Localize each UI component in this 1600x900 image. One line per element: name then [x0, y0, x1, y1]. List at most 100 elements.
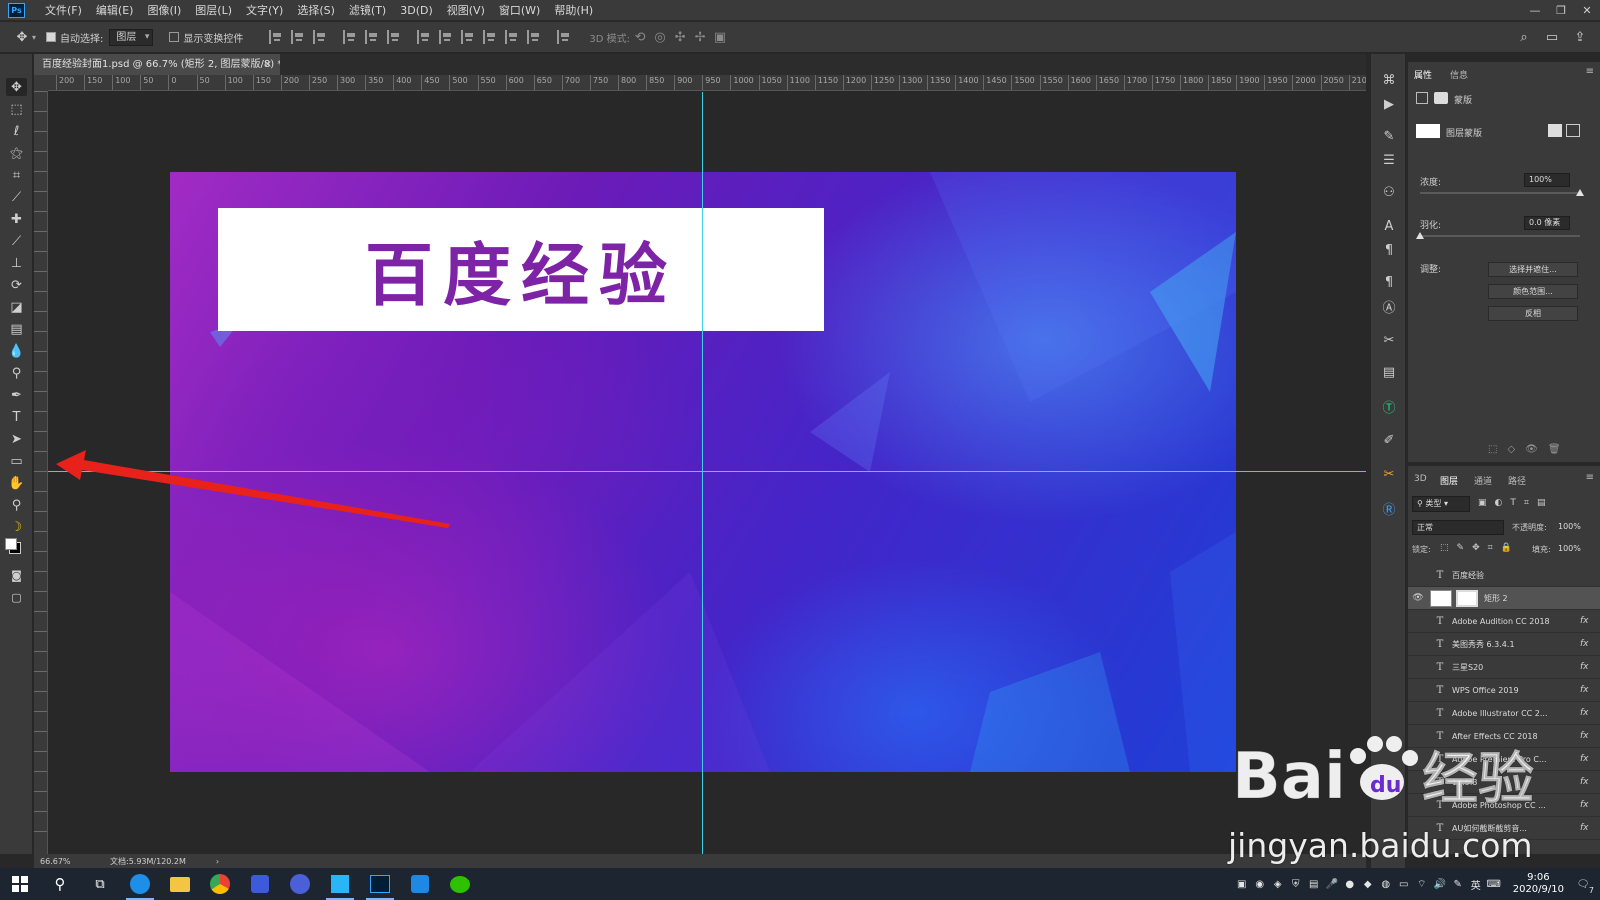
dodge-tool-icon[interactable]: ⚲: [6, 364, 27, 382]
layer-effects-icon[interactable]: fx: [1580, 662, 1600, 672]
paragraph-panel-icon[interactable]: ¶: [1379, 240, 1399, 260]
menu-filter[interactable]: 滤镜(T): [342, 0, 393, 21]
feather-field[interactable]: 0.0 像素: [1524, 216, 1570, 230]
tray-mic-icon[interactable]: 🎤: [1323, 875, 1341, 893]
vertical-guide[interactable]: [702, 92, 703, 854]
tray-f-icon[interactable]: ▣: [1233, 875, 1251, 893]
share-icon[interactable]: ⇪: [1570, 27, 1590, 47]
distribute-hcenter-icon[interactable]: [505, 30, 519, 44]
tray-display-icon[interactable]: ▭: [1395, 875, 1413, 893]
feather-slider[interactable]: [1420, 235, 1580, 237]
taskbar-f-icon[interactable]: [400, 868, 440, 900]
density-field[interactable]: 100%: [1524, 173, 1570, 187]
move-tool-icon[interactable]: ✥: [6, 78, 27, 96]
search-icon[interactable]: ⌕: [1514, 27, 1534, 47]
clone-source-icon[interactable]: ▤: [1379, 362, 1399, 382]
filter-shape-icon[interactable]: ⌗: [1524, 498, 1529, 508]
hand-tool-icon[interactable]: ✋: [6, 474, 27, 492]
search-icon[interactable]: ⚲: [40, 868, 80, 900]
auto-select-dropdown[interactable]: 图层: [109, 28, 154, 46]
menu-image[interactable]: 图像(I): [140, 0, 188, 21]
taskbar-browser-icon[interactable]: [120, 868, 160, 900]
tray-keyboard-icon[interactable]: ⌨: [1485, 875, 1503, 893]
blur-tool-icon[interactable]: 💧: [6, 342, 27, 360]
load-selection-icon[interactable]: ⬚: [1488, 444, 1497, 455]
3d-orbit-icon[interactable]: ⟲: [630, 27, 650, 47]
align-left-icon[interactable]: [343, 30, 357, 44]
task-view-icon[interactable]: ⧉: [80, 868, 120, 900]
menu-file[interactable]: 文件(F): [38, 0, 89, 21]
align-hcenter-icon[interactable]: [365, 30, 379, 44]
3d-roll-icon[interactable]: ◎: [650, 27, 670, 47]
align-top-icon[interactable]: [269, 30, 283, 44]
filter-smart-icon[interactable]: ▤: [1537, 498, 1546, 508]
eraser-tool-icon[interactable]: ◪: [6, 298, 27, 316]
distribute-vcenter-icon[interactable]: [439, 30, 453, 44]
system-clock[interactable]: 9:06 2020/9/10: [1513, 872, 1564, 896]
delete-mask-icon[interactable]: 🗑: [1548, 444, 1561, 455]
tab-3d[interactable]: 3D: [1414, 474, 1427, 484]
menu-3d[interactable]: 3D(D): [393, 0, 440, 21]
menu-window[interactable]: 窗口(W): [492, 0, 547, 21]
layer-row[interactable]: T Adobe Audition CC 2018 fx: [1408, 610, 1600, 633]
document-tab[interactable]: 百度经验封面1.psd @ 66.7% (矩形 2, 图层蒙版/8) * ×: [34, 54, 280, 75]
auto-align-icon[interactable]: [557, 30, 571, 44]
notification-center-icon[interactable]: 🗨 7: [1574, 875, 1594, 896]
pen-tool-icon[interactable]: ✒: [6, 386, 27, 404]
align-vcenter-icon[interactable]: [291, 30, 305, 44]
plugin-tk-icon[interactable]: Ⓣ: [1379, 396, 1399, 416]
layer-thumbnail[interactable]: [1430, 589, 1452, 607]
layer-effects-icon[interactable]: fx: [1580, 639, 1600, 649]
apply-icon[interactable]: ◇: [1507, 444, 1515, 455]
density-slider[interactable]: [1420, 192, 1580, 194]
apply-mask-icon[interactable]: [1566, 124, 1580, 137]
minimize-icon[interactable]: —: [1522, 0, 1548, 21]
align-bottom-icon[interactable]: [313, 30, 327, 44]
zoom-tool-icon[interactable]: ⚲: [6, 496, 27, 514]
ime-indicator[interactable]: 英: [1467, 875, 1485, 893]
plugin-pen-icon[interactable]: ✐: [1379, 430, 1399, 450]
tray-security-icon[interactable]: ◆: [1359, 875, 1377, 893]
magic-wand-tool-icon[interactable]: ⚝: [6, 144, 27, 162]
tab-layers[interactable]: 图层: [1440, 474, 1458, 487]
title-rectangle[interactable]: 百度经验: [218, 208, 824, 331]
close-icon[interactable]: ✕: [1574, 0, 1600, 21]
taskbar-window-icon[interactable]: [320, 868, 360, 900]
lasso-tool-icon[interactable]: ℓ: [6, 122, 27, 140]
vertical-ruler[interactable]: [34, 91, 48, 854]
layer-effects-icon[interactable]: fx: [1580, 616, 1600, 626]
crop-tool-icon[interactable]: ⌗: [6, 166, 27, 184]
zoom-level[interactable]: 66.67%: [40, 857, 80, 866]
tab-properties[interactable]: 属性: [1414, 68, 1432, 81]
tab-info[interactable]: 信息: [1450, 68, 1468, 81]
status-menu-chevron-icon[interactable]: ›: [216, 857, 219, 866]
vector-mask-icon[interactable]: [1434, 92, 1448, 104]
close-tab-icon[interactable]: ×: [264, 54, 272, 75]
start-button[interactable]: [0, 868, 40, 900]
tray-network-icon[interactable]: ◈: [1269, 875, 1287, 893]
healing-brush-tool-icon[interactable]: ✚: [6, 210, 27, 228]
fill-value[interactable]: 100%: [1558, 544, 1581, 553]
adjustments-icon[interactable]: ☰: [1379, 150, 1399, 170]
menu-edit[interactable]: 编辑(E): [89, 0, 141, 21]
3d-camera-icon[interactable]: ▣: [710, 27, 730, 47]
tab-channels[interactable]: 通道: [1474, 474, 1492, 487]
tray-wifi-icon[interactable]: ⌔: [1413, 875, 1431, 893]
tray-shield-icon[interactable]: ⛨: [1287, 875, 1305, 893]
horizontal-ruler[interactable]: 200 150 100 50 0 50 100 150 200 250 300 350 400 450 50…: [48, 75, 1366, 91]
lock-paint-icon[interactable]: ✎: [1457, 543, 1465, 553]
panel-menu-icon[interactable]: ≡: [1586, 66, 1594, 77]
taskbar-chrome-icon[interactable]: [200, 868, 240, 900]
layer-row[interactable]: 👁 矩形 2: [1408, 587, 1600, 610]
feather-slider-knob[interactable]: [1416, 232, 1424, 239]
libraries-icon[interactable]: ⚇: [1379, 182, 1399, 202]
path-selection-tool-icon[interactable]: ➤: [6, 430, 27, 448]
ruler-origin[interactable]: [34, 75, 48, 91]
menu-layer[interactable]: 图层(L): [188, 0, 239, 21]
visibility-icon[interactable]: 👁: [1525, 444, 1538, 455]
glyphs-icon[interactable]: Ⓐ: [1379, 296, 1399, 316]
character-panel-icon[interactable]: A: [1379, 216, 1399, 236]
layer-effects-icon[interactable]: fx: [1580, 708, 1600, 718]
layer-effects-icon[interactable]: fx: [1580, 685, 1600, 695]
invert-button[interactable]: 反相: [1488, 306, 1578, 321]
